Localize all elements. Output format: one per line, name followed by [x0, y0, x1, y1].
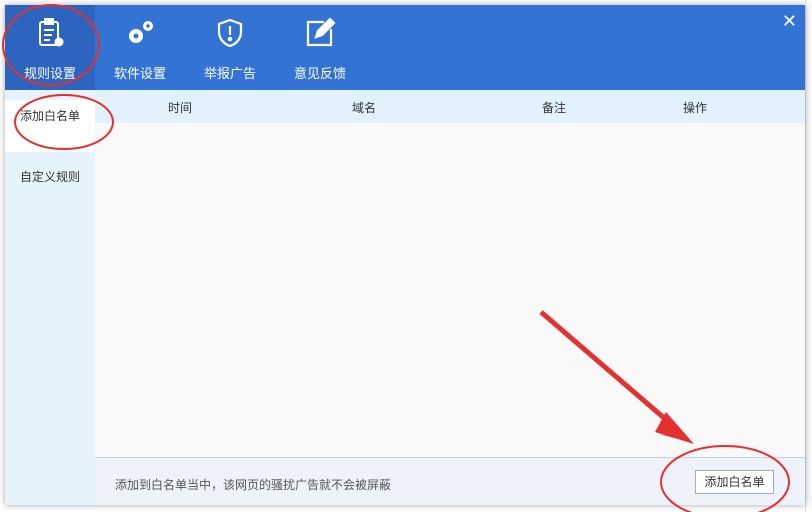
sidebar-item-custom-rules[interactable]: 自定义规则 [5, 162, 95, 224]
tab-label: 规则设置 [23, 67, 76, 82]
add-whitelist-button[interactable]: 添加白名单 [695, 470, 774, 494]
sidebar: 添加白名单 自定义规则 [5, 90, 95, 505]
tab-feedback[interactable]: 意见反馈 [275, 5, 365, 90]
table-header: 时间 域名 备注 操作 [95, 90, 805, 123]
tab-report-ad[interactable]: 举报广告 [185, 5, 275, 90]
sidebar-item-add-whitelist[interactable]: 添加白名单 [5, 100, 95, 152]
header-bar: 规则设置 软件设置 举报广告 意见反馈 ✕ [5, 5, 805, 90]
shield-alert-icon [217, 18, 243, 48]
column-note: 备注 [542, 101, 567, 115]
clipboard-gear-icon [39, 18, 64, 47]
tab-software-settings[interactable]: 软件设置 [95, 5, 185, 90]
column-domain: 域名 [352, 101, 377, 115]
background-window-edge [805, 0, 812, 512]
tab-label: 意见反馈 [293, 67, 346, 82]
footer-note: 添加到白名单当中，该网页的骚扰广告就不会被屏蔽 [115, 478, 392, 492]
settings-dialog: 规则设置 软件设置 举报广告 意见反馈 ✕ 添加白名单 自定义规则 时间 域名 … [5, 5, 805, 505]
close-icon[interactable]: ✕ [782, 11, 797, 32]
tab-label: 软件设置 [113, 67, 166, 82]
tab-rule-settings[interactable]: 规则设置 [5, 5, 95, 90]
edit-icon [306, 17, 336, 47]
footer: 添加到白名单当中，该网页的骚扰广告就不会被屏蔽 添加白名单 [95, 457, 805, 505]
column-action: 操作 [683, 101, 708, 115]
column-time: 时间 [168, 101, 193, 115]
tab-label: 举报广告 [203, 67, 256, 82]
gears-icon [129, 21, 153, 43]
